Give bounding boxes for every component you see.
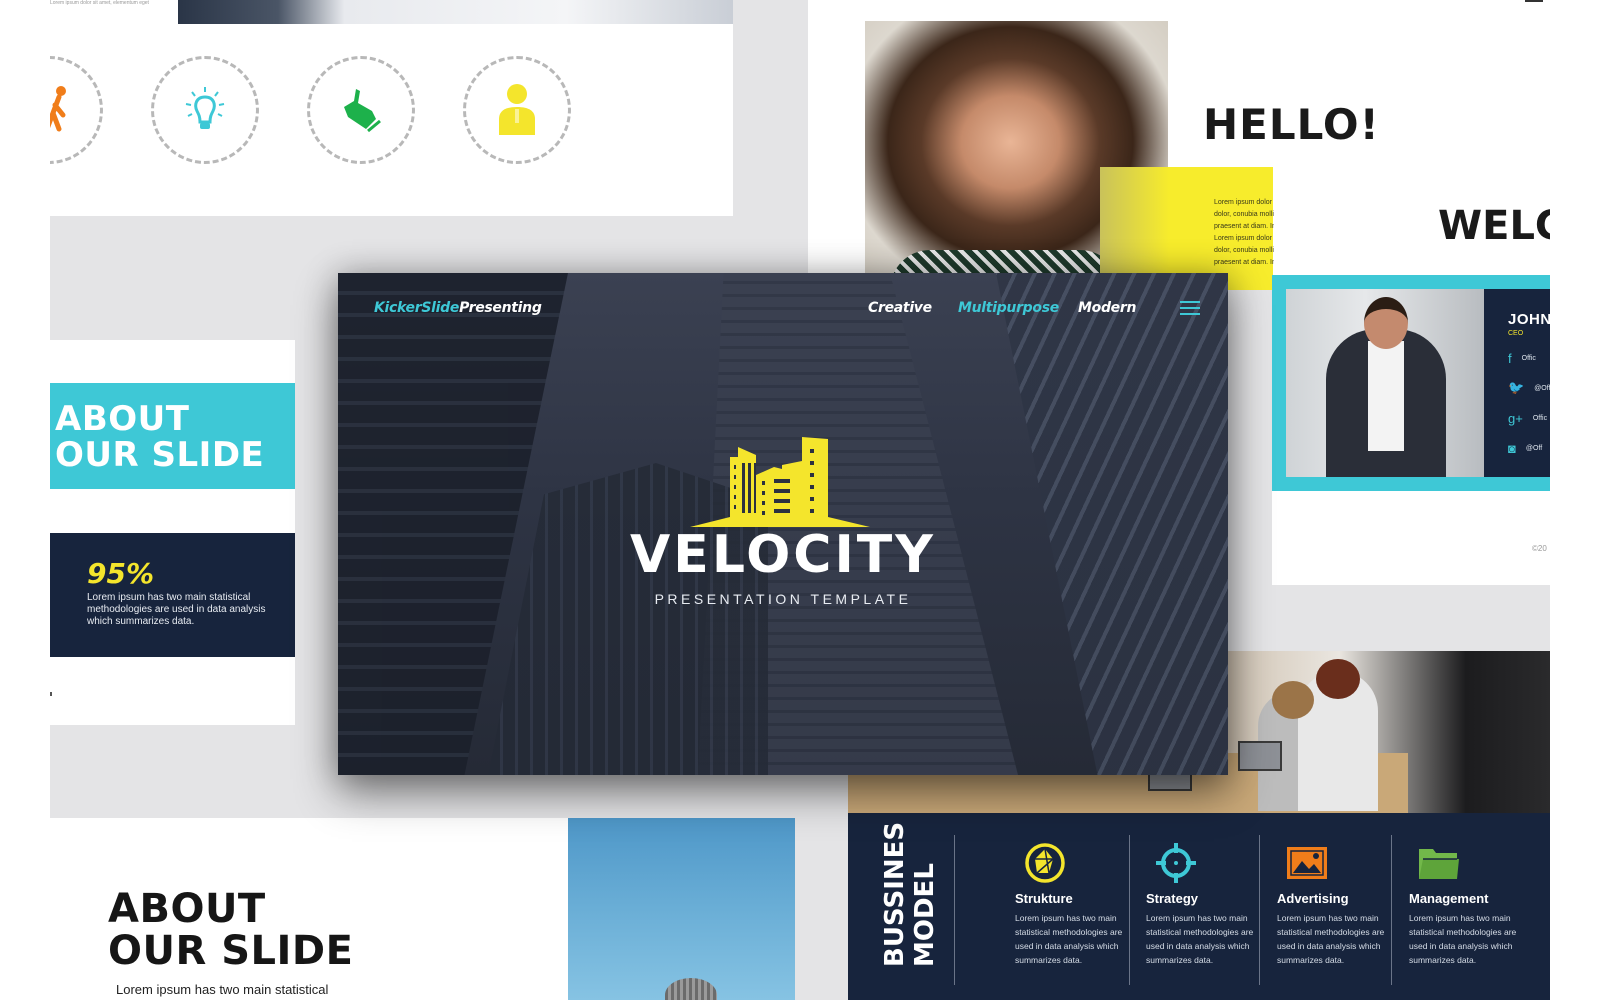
hero-navbar: KickerSlidePresenting Creative Multipurp…	[338, 273, 1228, 343]
hero-title: VELOCITY	[630, 525, 936, 585]
about-bottom-title-line2: OUR SLIDE	[108, 928, 354, 974]
hello-slide: Lorem ipsum dolor sit a dolor, conubia mo…	[808, 0, 1550, 290]
nav-multipurpose[interactable]: Multipurpose	[958, 300, 1059, 316]
feature-title: Management	[1409, 891, 1489, 906]
about-bottom-subtitle: Lorem ipsum has two main statistical	[116, 982, 329, 997]
feature-title: Advertising	[1277, 891, 1349, 906]
image-picture-icon	[1287, 847, 1327, 879]
card-text-line: dolor, conubia mollit.	[1214, 211, 1274, 218]
facebook-icon: f	[1508, 350, 1512, 366]
card-text: Lorem ipsum dolor sit a dolor, conubia mo…	[1214, 197, 1274, 269]
hero-slide: KickerSlidePresenting Creative Multipurp…	[338, 273, 1228, 775]
social-handle: Offic	[1521, 354, 1536, 362]
nav-creative[interactable]: Creative	[868, 300, 932, 316]
feature-strukture: Strukture Lorem ipsum has two main stati…	[1015, 841, 1125, 967]
camera-aperture-icon	[1025, 843, 1065, 883]
feature-title: Strukture	[1015, 891, 1073, 906]
man-photo	[1286, 289, 1484, 477]
template-showcase: Lorem ipsum dolor sit amet, elementum eg…	[0, 0, 1600, 1000]
folder-icon	[1419, 849, 1459, 879]
laptop	[1238, 741, 1282, 771]
about-slide-bottom: ABOUT OUR SLIDE Lorem ipsum has two main…	[50, 818, 795, 1000]
profile-frame: JOHN CEO f Offic 🐦 @Off g+ Offic ◙ @Off	[1272, 275, 1550, 491]
card-text-line: Lorem ipsum dolor sit a	[1214, 235, 1274, 242]
card-text-line: praesent at diam. In e	[1214, 223, 1274, 230]
yellow-text-card: Lorem ipsum dolor sit a dolor, conubia mo…	[1100, 167, 1274, 290]
card-text-line: praesent at diam. In et	[1214, 259, 1274, 266]
about-banner: ABOUT OUR SLIDE	[50, 383, 295, 489]
instagram-icon: ◙	[1508, 440, 1516, 456]
social-row[interactable]: g+ Offic	[1508, 409, 1550, 427]
business-title-line1: BUSSINES	[880, 821, 910, 967]
brand-logo[interactable]: KickerSlidePresenting	[374, 300, 542, 316]
hello-title: HELLO!	[1203, 100, 1380, 149]
hamburger-menu-icon[interactable]	[1180, 301, 1200, 315]
feature-desc: Lorem ipsum has two main statistical met…	[1277, 913, 1385, 965]
laptop-photo	[178, 0, 733, 24]
head	[1364, 297, 1408, 349]
card-text-line: Lorem ipsum dolor sit a	[1214, 199, 1274, 206]
hair	[1272, 681, 1314, 719]
tiny-caption: Lorem ipsum dolor sit amet, elementum eg…	[50, 0, 149, 6]
lightbulb-icon	[151, 56, 259, 164]
page-marker	[50, 692, 52, 696]
divider	[1391, 835, 1392, 985]
divider	[1129, 835, 1130, 985]
thumbs-up-icon	[307, 56, 415, 164]
feature-strategy: Strategy Lorem ipsum has two main statis…	[1146, 841, 1256, 967]
feature-title: Strategy	[1146, 891, 1199, 906]
business-title-line2: MODEL	[910, 863, 940, 967]
walking-person-icon	[50, 56, 103, 164]
social-row[interactable]: f Offic	[1508, 349, 1550, 367]
google-plus-icon: g+	[1508, 410, 1523, 426]
businessman-icon	[463, 56, 571, 164]
social-handle: @Off	[1534, 384, 1550, 392]
hero-subtitle: PRESENTATION TEMPLATE	[654, 591, 912, 607]
feature-desc: Lorem ipsum has two main statistical met…	[1409, 913, 1517, 965]
menu-edge	[1525, 0, 1543, 2]
about-bottom-title: ABOUT OUR SLIDE	[108, 888, 353, 972]
profile-info: JOHN CEO f Offic 🐦 @Off g+ Offic ◙ @Off	[1484, 289, 1550, 477]
about-slide-left: ABOUT OUR SLIDE 95% Lorem ipsum has two …	[50, 340, 295, 725]
city-buildings-icon	[690, 437, 870, 527]
profile-role: CEO	[1508, 330, 1524, 337]
stat-value: 95%	[87, 557, 155, 590]
shirt	[1368, 341, 1404, 451]
stat-box: 95% Lorem ipsum has two main statistical…	[50, 533, 295, 657]
social-row[interactable]: 🐦 @Off	[1508, 379, 1550, 397]
about-bottom-title-line1: ABOUT	[108, 886, 266, 932]
twitter-icon: 🐦	[1508, 380, 1525, 395]
about-title-line2: OUR SLIDE	[55, 435, 265, 475]
welcome-title: WELC	[1438, 203, 1550, 249]
nav-modern[interactable]: Modern	[1078, 300, 1136, 316]
profile-slide: JOHN CEO f Offic 🐦 @Off g+ Offic ◙ @Off ©20	[1272, 275, 1550, 585]
social-row[interactable]: ◙ @Off	[1508, 439, 1550, 457]
target-crosshair-icon	[1156, 843, 1196, 883]
feature-desc: Lorem ipsum has two main statistical met…	[1015, 913, 1123, 965]
social-handle: @Off	[1525, 444, 1543, 452]
stat-description: Lorem ipsum has two main statistical met…	[87, 592, 266, 627]
brand-tagline: Presenting	[459, 300, 542, 316]
divider	[954, 835, 955, 985]
brand-name: KickerSlide	[374, 300, 460, 316]
feature-advertising: Advertising Lorem ipsum has two main sta…	[1277, 841, 1387, 967]
copyright: ©20	[1532, 544, 1547, 553]
card-text-line: dolor, conubia mollit.	[1214, 247, 1274, 254]
hair	[1316, 659, 1360, 699]
social-list: f Offic 🐦 @Off g+ Offic ◙ @Off	[1508, 349, 1550, 457]
divider	[1259, 835, 1260, 985]
sky-photo	[568, 818, 795, 1000]
feature-desc: Lorem ipsum has two main statistical met…	[1146, 913, 1254, 965]
social-handle: Offic	[1532, 414, 1548, 422]
profile-name: JOHN	[1508, 311, 1550, 328]
dome	[665, 978, 717, 1000]
business-title: BUSSINES MODEL	[880, 822, 940, 967]
feature-management: Management Lorem ipsum has two main stat…	[1409, 841, 1519, 967]
about-title-line1: ABOUT	[55, 399, 190, 439]
icons-slide: Lorem ipsum dolor sit amet, elementum eg…	[50, 0, 733, 216]
